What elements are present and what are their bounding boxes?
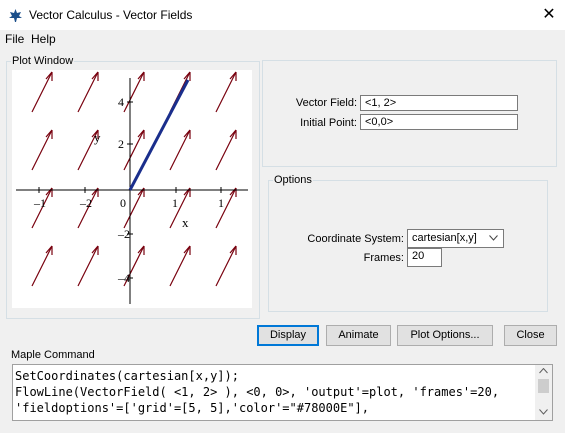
plot-window-legend: Plot Window: [12, 55, 74, 67]
y-tick-label: 4: [118, 95, 124, 109]
field-arrow: [31, 71, 53, 113]
title-bar: Vector Calculus - Vector Fields ✕: [0, 0, 565, 30]
field-arrow: [215, 245, 237, 287]
animate-button[interactable]: Animate: [326, 325, 391, 346]
field-arrow: [31, 129, 53, 171]
scroll-up-icon[interactable]: [539, 368, 548, 374]
command-line: 'fieldoptions'=['grid'=[5, 5],'color'="#…: [15, 401, 370, 415]
field-arrow: [123, 129, 145, 171]
command-scrollbar[interactable]: [535, 365, 552, 420]
plot-options-button[interactable]: Plot Options...: [397, 325, 493, 346]
flow-line: [128, 79, 190, 191]
chevron-down-icon: [489, 235, 498, 241]
field-arrow-head: [137, 129, 145, 139]
frames-label: Frames:: [363, 252, 404, 264]
field-arrow-head: [183, 187, 191, 197]
x-tick-label: 1: [218, 196, 224, 210]
field-arrow-head: [91, 71, 99, 81]
field-arrow: [169, 245, 191, 287]
field-arrow: [123, 187, 145, 229]
maple-command-text: SetCoordinates(cartesian[x,y]); FlowLine(…: [15, 368, 499, 416]
window-title: Vector Calculus - Vector Fields: [29, 8, 193, 22]
command-line: FlowLine(VectorField( <1, 2> ), <0, 0>, …: [15, 385, 500, 399]
field-arrow: [77, 245, 99, 287]
close-button[interactable]: Close: [504, 325, 557, 346]
y-tick-label: –2: [117, 227, 130, 241]
maple-command-textarea[interactable]: SetCoordinates(cartesian[x,y]); FlowLine(…: [12, 364, 553, 421]
field-arrow-head: [137, 71, 145, 81]
frames-input[interactable]: 20: [407, 248, 442, 267]
x-tick-label: 1: [172, 196, 178, 210]
field-arrow-head: [137, 245, 145, 255]
menu-bar: File Help: [0, 30, 565, 48]
field-arrow-head: [229, 187, 237, 197]
field-arrow-head: [45, 129, 53, 139]
maple-command-legend: Maple Command: [11, 349, 95, 361]
x-tick-label: 0: [120, 196, 126, 210]
coordinate-system-label: Coordinate System:: [307, 233, 404, 245]
menu-help[interactable]: Help: [31, 32, 56, 46]
y-tick-label: –4: [117, 271, 130, 285]
field-arrow-head: [183, 129, 191, 139]
field-arrow: [215, 129, 237, 171]
field-arrow-head: [45, 187, 53, 197]
field-arrow-head: [45, 71, 53, 81]
initial-point-input[interactable]: <0,0>: [360, 114, 518, 130]
field-arrow-head: [137, 187, 145, 197]
maple-leaf-icon: [8, 8, 23, 23]
command-line: SetCoordinates(cartesian[x,y]);: [15, 369, 239, 383]
y-axis-label: y: [94, 130, 101, 145]
x-tick-label: –2: [79, 196, 92, 210]
field-arrow-head: [91, 187, 99, 197]
options-legend: Options: [274, 174, 312, 186]
close-window-icon[interactable]: ✕: [538, 4, 560, 26]
field-arrow-head: [91, 245, 99, 255]
field-arrow: [123, 71, 145, 113]
field-arrow-head: [229, 71, 237, 81]
field-arrow-head: [45, 245, 53, 255]
field-arrow: [215, 71, 237, 113]
field-arrow: [169, 129, 191, 171]
y-tick-label: 2: [118, 137, 124, 151]
coordinate-system-select[interactable]: cartesian[x,y]: [407, 229, 504, 248]
field-arrow: [77, 71, 99, 113]
plot-canvas: –1 –2 0 1 1 4 2 –2 –4 x y: [12, 70, 252, 308]
field-arrow-head: [183, 245, 191, 255]
vector-field-plot: –1 –2 0 1 1 4 2 –2 –4 x y: [16, 71, 248, 304]
vector-field-label: Vector Field:: [295, 97, 357, 109]
scroll-thumb[interactable]: [538, 379, 549, 393]
x-tick-label: –1: [33, 196, 46, 210]
x-axis-label: x: [182, 215, 189, 230]
initial-point-label: Initial Point:: [300, 117, 357, 129]
vector-field-input[interactable]: <1, 2>: [360, 95, 518, 111]
field-arrow-head: [229, 245, 237, 255]
coordinate-system-value: cartesian[x,y]: [412, 232, 477, 244]
scroll-down-icon[interactable]: [539, 409, 548, 415]
field-arrow-head: [229, 129, 237, 139]
display-button[interactable]: Display: [257, 325, 319, 346]
field-arrow: [31, 245, 53, 287]
menu-file[interactable]: File: [5, 32, 24, 46]
